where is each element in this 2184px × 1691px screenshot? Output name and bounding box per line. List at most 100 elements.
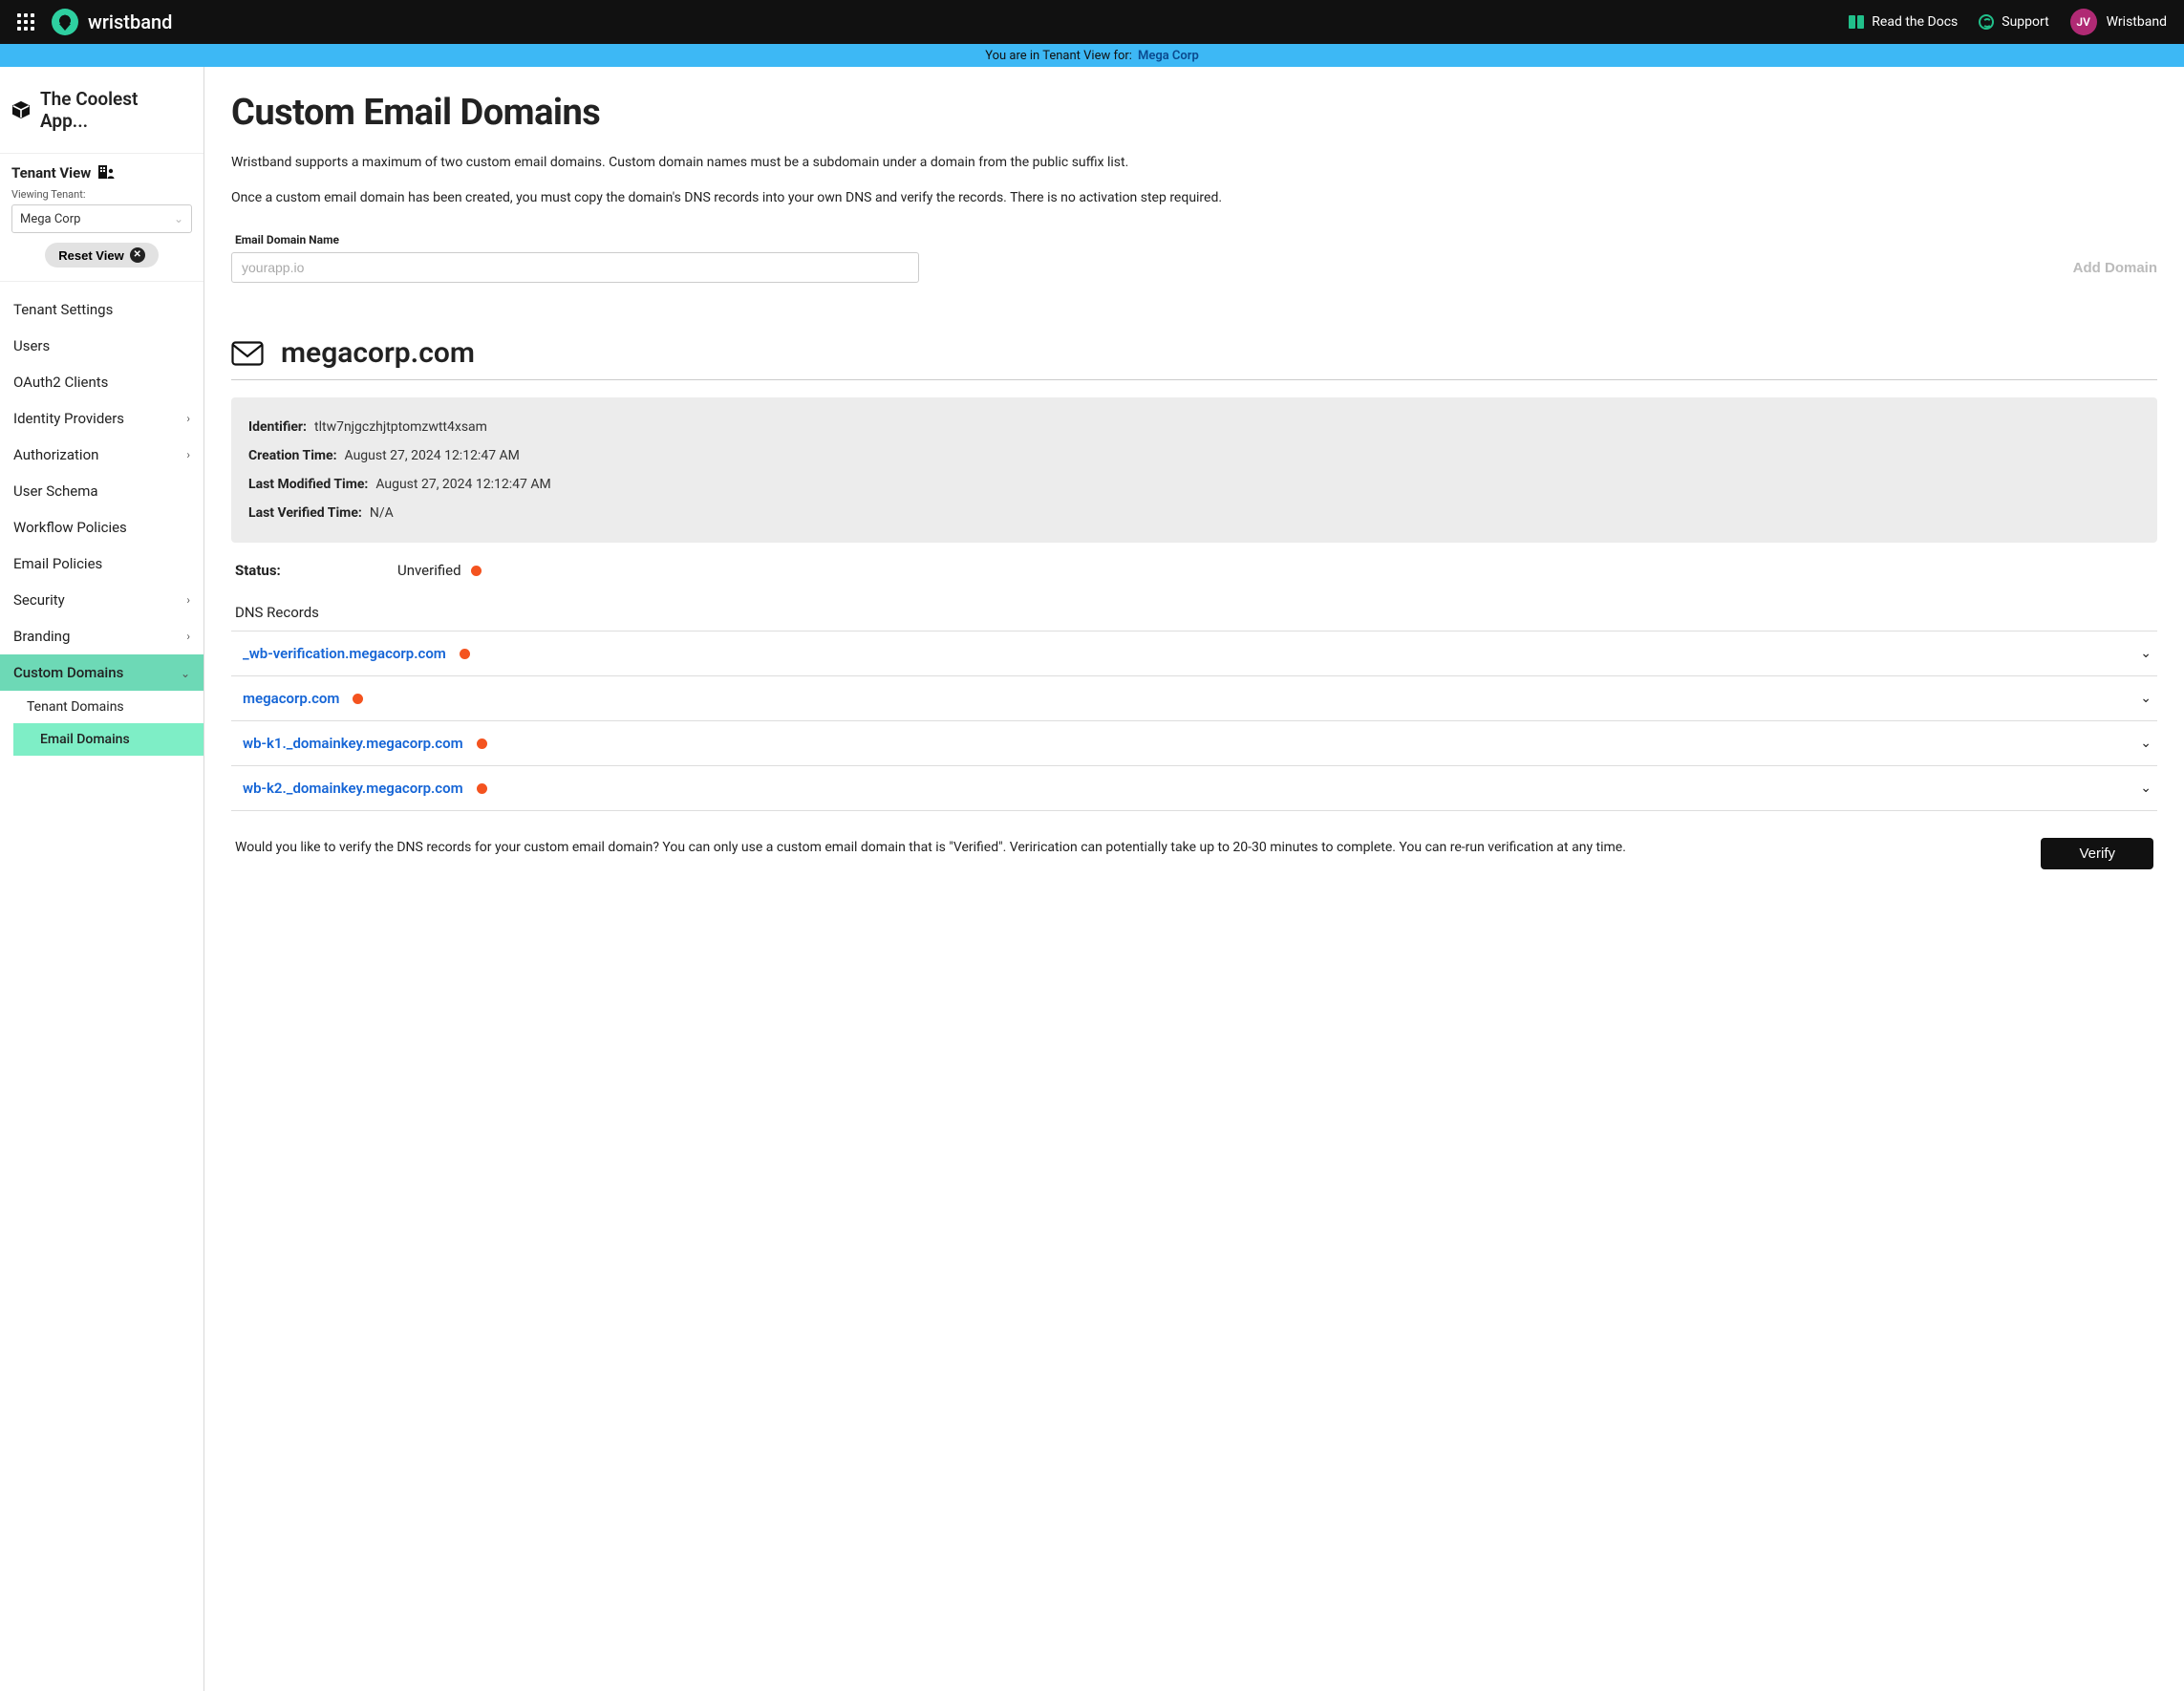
info-value: tltw7njgczhjtptomzwtt4xsam	[314, 419, 487, 435]
viewing-tenant-label: Viewing Tenant:	[0, 184, 203, 204]
building-user-icon	[98, 163, 116, 182]
sidebar-item-label: Authorization	[13, 446, 98, 463]
chevron-down-icon: ⌄	[2140, 646, 2152, 661]
page-title: Custom Email Domains	[231, 92, 2157, 134]
status-dot-icon	[353, 694, 363, 704]
sidebar-item-branding[interactable]: Branding ›	[0, 618, 203, 654]
domain-header: megacorp.com	[231, 336, 2157, 380]
info-key: Creation Time:	[248, 448, 337, 463]
chevron-right-icon: ›	[186, 448, 190, 461]
dns-record-name: wb-k1._domainkey.megacorp.com	[243, 735, 463, 752]
brand-text: wristband	[88, 11, 172, 33]
support-link[interactable]: Support	[1979, 14, 2048, 30]
dns-record-row[interactable]: _wb-verification.megacorp.com ⌄	[231, 631, 2157, 676]
sidebar-subitem-label: Email Domains	[40, 732, 130, 747]
sidebar-item-label: OAuth2 Clients	[13, 374, 108, 391]
reset-view-label: Reset View	[58, 248, 123, 263]
sidebar-item-label: Custom Domains	[13, 664, 123, 681]
verify-row: Would you like to verify the DNS records…	[231, 838, 2157, 869]
sidebar-nav: Tenant Settings Users OAuth2 Clients Ide…	[0, 281, 203, 756]
info-key: Last Modified Time:	[248, 477, 368, 492]
cube-icon	[11, 101, 31, 118]
close-circle-icon: ✕	[130, 247, 145, 263]
tenant-view-banner: You are in Tenant View for: Mega Corp	[0, 44, 2184, 67]
topbar: wristband Read the Docs Support JV Wrist…	[0, 0, 2184, 44]
sidebar-item-custom-domains[interactable]: Custom Domains ⌄	[0, 654, 203, 691]
status-dot-icon	[471, 566, 482, 576]
sidebar-item-label: Branding	[13, 628, 70, 645]
sidebar-item-email-policies[interactable]: Email Policies	[0, 546, 203, 582]
verify-button-label: Verify	[2079, 846, 2115, 862]
top-tenant-name: Wristband	[2107, 14, 2167, 30]
chevron-right-icon: ›	[186, 412, 190, 425]
sidebar-item-label: Identity Providers	[13, 410, 124, 427]
chevron-down-icon: ⌄	[2140, 736, 2152, 751]
app-header[interactable]: The Coolest App...	[0, 67, 203, 154]
dns-record-name: _wb-verification.megacorp.com	[243, 645, 446, 662]
info-value: N/A	[370, 505, 394, 521]
avatar[interactable]: JV	[2070, 9, 2097, 35]
intro-paragraph-1: Wristband supports a maximum of two cust…	[231, 153, 2157, 173]
chevron-down-icon: ⌄	[2140, 781, 2152, 796]
sidebar-item-label: Workflow Policies	[13, 519, 127, 536]
brand[interactable]: wristband	[52, 9, 172, 35]
chevron-down-icon: ⌄	[174, 212, 183, 225]
sidebar-item-authorization[interactable]: Authorization ›	[0, 437, 203, 473]
sidebar-item-security[interactable]: Security ›	[0, 582, 203, 618]
sidebar-item-label: Users	[13, 337, 50, 354]
sidebar-item-tenant-settings[interactable]: Tenant Settings	[0, 291, 203, 328]
status-row: Status: Unverified	[231, 543, 2157, 587]
reset-view-button[interactable]: Reset View ✕	[45, 243, 158, 268]
intro-paragraph-2: Once a custom email domain has been crea…	[231, 188, 2157, 208]
sidebar-item-label: Tenant Settings	[13, 301, 113, 318]
chevron-down-icon: ⌄	[2140, 691, 2152, 706]
chevron-down-icon: ⌄	[181, 667, 190, 680]
sidebar-item-oauth2-clients[interactable]: OAuth2 Clients	[0, 364, 203, 400]
dns-records-heading: DNS Records	[235, 604, 2157, 621]
chevron-right-icon: ›	[186, 593, 190, 607]
info-key: Identifier:	[248, 419, 307, 435]
sidebar-subitem-tenant-domains[interactable]: Tenant Domains	[0, 691, 203, 723]
verify-description: Would you like to verify the DNS records…	[235, 838, 2018, 858]
domain-name: megacorp.com	[281, 336, 475, 370]
sidebar: The Coolest App... Tenant View Viewing T…	[0, 67, 204, 1691]
email-domain-input[interactable]	[231, 252, 919, 283]
envelope-icon	[231, 341, 264, 366]
chevron-right-icon: ›	[186, 630, 190, 643]
info-row-created: Creation Time: August 27, 2024 12:12:47 …	[248, 441, 2140, 470]
dns-record-name: megacorp.com	[243, 690, 339, 707]
banner-prefix: You are in Tenant View for:	[985, 49, 1132, 63]
add-domain-button[interactable]: Add Domain	[2073, 260, 2157, 276]
tenant-select-value: Mega Corp	[20, 212, 80, 226]
info-key: Last Verified Time:	[248, 505, 362, 521]
tenant-select[interactable]: Mega Corp ⌄	[11, 204, 192, 233]
sidebar-subitem-label: Tenant Domains	[27, 699, 124, 715]
app-name: The Coolest App...	[40, 88, 190, 132]
apps-grid-icon[interactable]	[17, 13, 34, 31]
dns-record-row[interactable]: wb-k1._domainkey.megacorp.com ⌄	[231, 721, 2157, 766]
dns-record-row[interactable]: megacorp.com ⌄	[231, 676, 2157, 721]
status-dot-icon	[477, 738, 487, 749]
sidebar-item-workflow-policies[interactable]: Workflow Policies	[0, 509, 203, 546]
headset-icon	[1979, 14, 1994, 30]
dns-record-name: wb-k2._domainkey.megacorp.com	[243, 780, 463, 797]
info-row-identifier: Identifier: tltw7njgczhjtptomzwtt4xsam	[248, 413, 2140, 441]
info-value: August 27, 2024 12:12:47 AM	[375, 477, 550, 492]
read-the-docs-link[interactable]: Read the Docs	[1849, 14, 1958, 30]
info-row-modified: Last Modified Time: August 27, 2024 12:1…	[248, 470, 2140, 499]
domain-info-box: Identifier: tltw7njgczhjtptomzwtt4xsam C…	[231, 397, 2157, 543]
docs-label: Read the Docs	[1872, 14, 1958, 30]
sidebar-item-user-schema[interactable]: User Schema	[0, 473, 203, 509]
status-value: Unverified	[397, 562, 461, 579]
dns-record-row[interactable]: wb-k2._domainkey.megacorp.com ⌄	[231, 766, 2157, 811]
sidebar-subitem-email-domains[interactable]: Email Domains	[13, 723, 203, 756]
brand-logo-icon	[52, 9, 78, 35]
sidebar-item-identity-providers[interactable]: Identity Providers ›	[0, 400, 203, 437]
verify-button[interactable]: Verify	[2041, 838, 2153, 869]
sidebar-item-label: Email Policies	[13, 555, 102, 572]
status-label: Status:	[235, 562, 397, 579]
add-domain-label: Add Domain	[2073, 260, 2157, 276]
sidebar-item-users[interactable]: Users	[0, 328, 203, 364]
dns-records-list: _wb-verification.megacorp.com ⌄ megacorp…	[231, 631, 2157, 811]
info-row-verified: Last Verified Time: N/A	[248, 499, 2140, 527]
